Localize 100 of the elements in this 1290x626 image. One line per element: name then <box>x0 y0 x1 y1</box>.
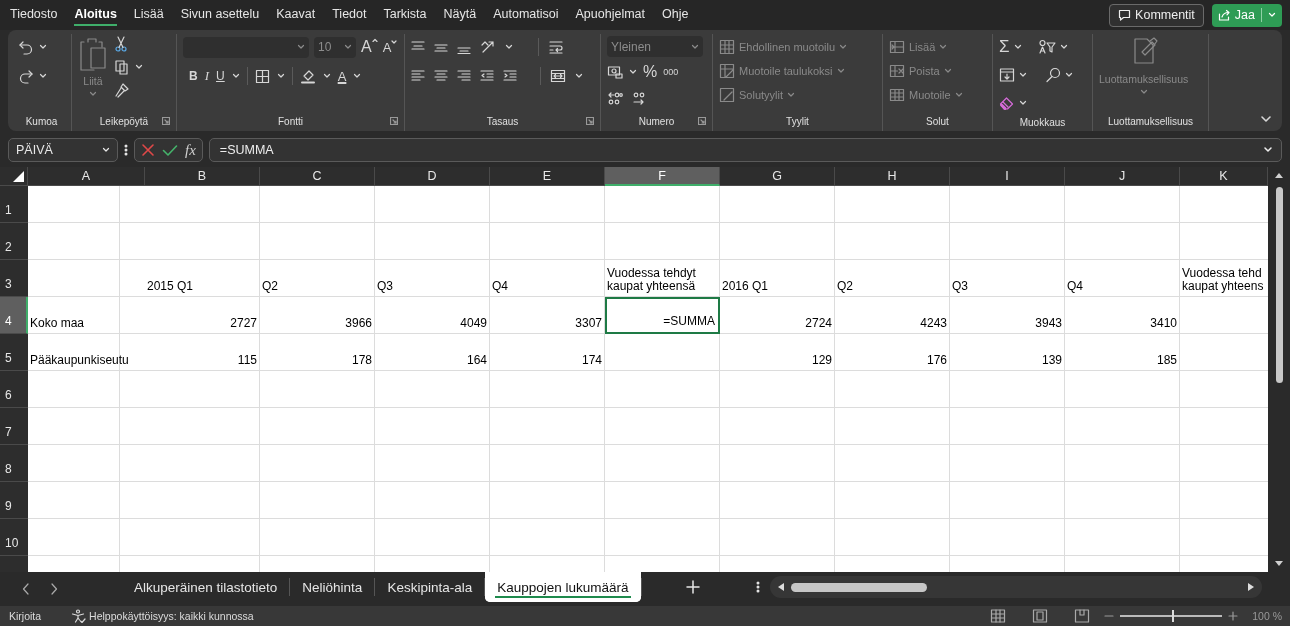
scroll-right-icon[interactable] <box>1246 582 1255 592</box>
align-left-icon[interactable] <box>411 69 425 83</box>
merge-cells-icon[interactable] <box>550 68 566 84</box>
column-header[interactable]: J <box>1065 167 1180 186</box>
decrease-indent-icon[interactable] <box>480 69 494 83</box>
column-header[interactable]: A <box>28 167 145 186</box>
dialog-launcher-icon[interactable] <box>162 117 170 125</box>
bold-button[interactable]: B <box>189 69 198 83</box>
row-header[interactable]: 8 <box>0 445 28 482</box>
menu-tab[interactable]: Apuohjelmat <box>575 4 645 26</box>
currency-icon[interactable] <box>607 65 623 79</box>
scrollbar-thumb[interactable] <box>1275 186 1283 383</box>
column-header[interactable]: B <box>145 167 260 186</box>
row-header[interactable]: 3 <box>0 260 28 297</box>
collapse-ribbon-icon[interactable] <box>1260 115 1272 123</box>
zoom-level[interactable]: 100 % <box>1252 610 1282 622</box>
caret-icon[interactable] <box>1059 43 1068 51</box>
text-orientation-icon[interactable] <box>480 39 496 55</box>
autosum-button[interactable]: Σ <box>999 37 1010 57</box>
scrollbar-thumb[interactable] <box>790 582 927 592</box>
caret-icon[interactable] <box>322 72 331 80</box>
sheet-tab[interactable]: Kauppojen lukumäärä <box>485 572 641 602</box>
percent-button[interactable]: % <box>643 63 658 81</box>
redo-icon[interactable] <box>18 68 34 84</box>
font-name-field[interactable] <box>183 36 309 58</box>
row-header[interactable]: 10 <box>0 519 28 556</box>
column-header[interactable]: H <box>835 167 950 186</box>
column-header[interactable]: D <box>375 167 490 186</box>
caret-icon[interactable] <box>1065 71 1073 79</box>
align-center-icon[interactable] <box>434 69 448 83</box>
fill-color-icon[interactable] <box>299 68 316 84</box>
caret-icon[interactable] <box>102 146 110 154</box>
row-header[interactable]: 9 <box>0 482 28 519</box>
scissors-icon[interactable] <box>114 36 128 52</box>
undo-icon[interactable] <box>18 39 34 55</box>
caret-icon[interactable] <box>1019 71 1027 79</box>
caret-icon[interactable] <box>505 43 513 51</box>
search-icon[interactable] <box>1045 67 1061 83</box>
more-options-icon[interactable] <box>755 580 760 594</box>
share-icon[interactable] <box>1217 9 1231 21</box>
page-layout-icon[interactable] <box>1032 609 1049 623</box>
increase-decimal-icon[interactable] <box>607 91 623 105</box>
accessibility-icon[interactable] <box>71 609 87 623</box>
next-sheet-icon[interactable] <box>50 583 58 595</box>
caret-icon[interactable] <box>1013 43 1022 51</box>
add-sheet-icon[interactable] <box>685 580 700 594</box>
sheet-tab[interactable]: Neliöhinta <box>290 572 375 602</box>
caret-icon[interactable] <box>39 43 47 51</box>
row-header[interactable]: 5 <box>0 334 28 371</box>
menu-tab[interactable]: Sivun asettelu <box>180 4 260 26</box>
dialog-launcher-icon[interactable] <box>698 117 706 125</box>
column-header[interactable]: G <box>720 167 835 186</box>
caret-icon[interactable] <box>1019 99 1027 107</box>
menu-tab[interactable]: Näytä <box>443 4 477 26</box>
scroll-up-icon[interactable] <box>1274 171 1284 179</box>
menu-tab[interactable]: Kaavat <box>276 4 316 26</box>
menu-tab[interactable]: Automatisoi <box>493 4 559 26</box>
scroll-left-icon[interactable] <box>776 582 785 592</box>
eraser-icon[interactable] <box>999 95 1015 111</box>
font-color-button[interactable]: A <box>337 68 347 84</box>
caret-icon[interactable] <box>1263 146 1273 154</box>
caret-icon[interactable] <box>39 72 47 80</box>
caret-icon[interactable] <box>353 72 362 80</box>
name-box[interactable]: PÄIVÄ <box>8 138 118 162</box>
dialog-launcher-icon[interactable] <box>586 117 594 125</box>
format-painter-icon[interactable] <box>114 82 130 98</box>
caret-icon[interactable] <box>575 72 583 80</box>
wrap-text-icon[interactable] <box>548 39 564 55</box>
row-header[interactable]: 2 <box>0 223 28 260</box>
column-header[interactable]: C <box>260 167 375 186</box>
thousands-separator-button[interactable]: 000 <box>663 67 679 77</box>
align-right-icon[interactable] <box>457 69 471 83</box>
check-icon[interactable] <box>162 143 178 157</box>
sheet-tab[interactable]: Keskipinta-ala <box>375 572 485 602</box>
shrink-font-button[interactable]: A <box>382 39 398 55</box>
dialog-launcher-icon[interactable] <box>390 117 398 125</box>
insert-function-button[interactable]: fx <box>185 141 196 159</box>
decrease-decimal-icon[interactable] <box>631 91 647 105</box>
menu-tab[interactable]: Tiedot <box>332 4 367 26</box>
column-header[interactable]: F <box>605 167 720 186</box>
caret-icon[interactable] <box>231 72 240 80</box>
scroll-down-icon[interactable] <box>1274 560 1284 568</box>
menu-tab[interactable]: Tiedosto <box>10 4 58 26</box>
share-button[interactable]: Jaa <box>1211 3 1282 27</box>
row-header[interactable]: 4 <box>0 297 28 334</box>
more-options-icon[interactable] <box>124 143 128 157</box>
menu-tab[interactable]: Tarkista <box>383 4 427 26</box>
zoom-in-icon[interactable] <box>1228 611 1239 621</box>
slider-thumb[interactable] <box>1172 610 1175 622</box>
row-header[interactable]: 1 <box>0 186 28 223</box>
previous-sheet-icon[interactable] <box>22 583 30 595</box>
sort-filter-icon[interactable] <box>1037 39 1056 55</box>
sheet-tab[interactable]: Alkuperäinen tilastotieto <box>122 572 290 602</box>
borders-icon[interactable] <box>254 68 270 84</box>
speech-bubble-icon[interactable] <box>1118 9 1132 21</box>
column-header[interactable]: I <box>950 167 1065 186</box>
column-header[interactable]: K <box>1180 167 1268 186</box>
normal-view-icon[interactable] <box>990 609 1007 623</box>
font-size-field[interactable]: 10 <box>314 36 356 58</box>
row-header[interactable]: 6 <box>0 371 28 408</box>
